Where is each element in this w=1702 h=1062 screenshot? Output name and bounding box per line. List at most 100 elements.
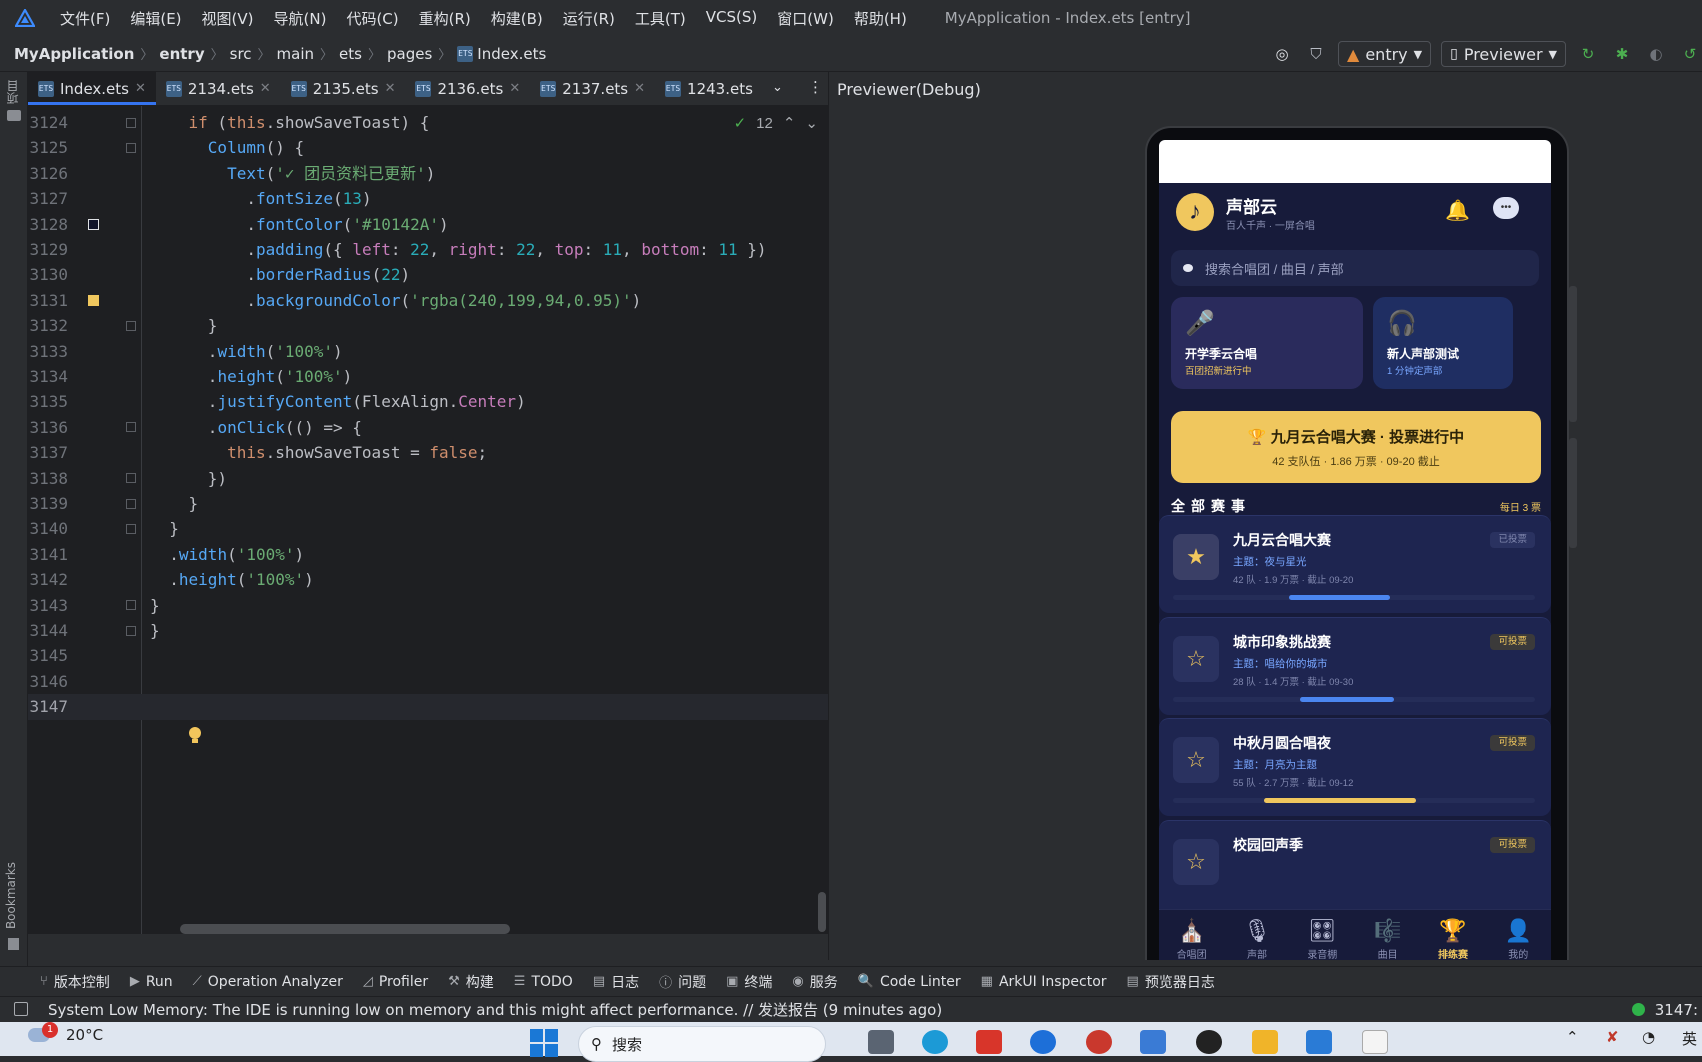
code-line[interactable]: 3145 [28,643,828,668]
close-icon[interactable]: ✕ [509,81,520,96]
edge-icon[interactable] [922,1030,948,1054]
inspection-widget[interactable]: ✓ 12 ⌃ ⌄ [734,114,818,133]
menu-item[interactable]: VCS(S) [696,8,767,29]
tool-window-profiler[interactable]: ◿ Profiler [363,974,428,990]
close-icon[interactable]: ✕ [260,81,271,96]
contest-card[interactable]: ★ 九月云合唱大赛 主题：夜与星光 42 队 · 1.9 万票 · 截止 09-20 已… [1159,515,1551,613]
tabs-overflow-chevron-icon[interactable]: ⌄ [772,80,783,95]
project-tool-button[interactable]: 项目 [4,80,21,104]
chevron-up-icon[interactable]: ⌃ [783,114,796,132]
target-icon[interactable]: ◎ [1270,42,1294,66]
code-line[interactable]: 3138 }) [28,466,828,491]
tool-window-hammer[interactable]: ⚒ 构建 [448,972,494,992]
close-icon[interactable]: ✕ [135,81,146,96]
code-line[interactable]: 3124 if (this.showSaveToast) { [28,110,828,135]
editor-tab[interactable]: ETS 2135.ets ✕ [281,72,406,105]
breadcrumb-item[interactable]: ets [339,45,362,63]
editor-tab[interactable]: ETS 2137.ets ✕ [530,72,655,105]
code-line[interactable]: 3132 } [28,313,828,338]
tab-合唱团[interactable]: ⛪ 合唱团 [1159,910,1224,960]
code-line[interactable]: 3136 .onClick(() => { [28,415,828,440]
tool-window-todo[interactable]: ☰ TODO [514,974,573,990]
tab-声部[interactable]: 🎙 声部 [1224,910,1289,960]
tool-window-analyzer[interactable]: ⟋ Operation Analyzer [193,974,343,990]
fold-icon[interactable] [126,422,136,433]
tool-window-linter[interactable]: 🔍 Code Linter [858,974,961,990]
breadcrumb-item[interactable]: main [277,45,314,63]
breadcrumb-item[interactable]: MyApplication [14,45,134,63]
code-line[interactable]: 3137 this.showSaveToast = false; [28,440,828,465]
vote-status-badge[interactable]: 可投票 [1490,633,1535,650]
color-swatch-icon[interactable] [88,295,99,307]
tray-network-icon[interactable]: ◔ [1642,1028,1655,1046]
breadcrumb-item[interactable]: entry [159,45,204,63]
vote-status-badge[interactable]: 已投票 [1490,532,1535,548]
code-line[interactable]: 3143} [28,593,828,618]
pdf-app-icon[interactable] [1086,1030,1112,1054]
bell-icon[interactable]: 🔔 [1445,198,1470,223]
contest-card[interactable]: ☆ 校园回声季 可投票 [1159,819,1551,918]
editor-tab[interactable]: ETS 1243.ets [655,72,763,105]
code-line[interactable]: 3127 .fontSize(13) [28,186,828,211]
fold-icon[interactable] [126,498,136,509]
task-view-icon[interactable] [868,1030,894,1054]
file-explorer-icon[interactable] [1252,1030,1278,1054]
fold-icon[interactable] [126,600,136,611]
code-line[interactable]: 3146 [28,669,828,694]
editor-tab[interactable]: ETS Index.ets ✕ [28,72,156,105]
bluetooth-app-icon[interactable] [1030,1030,1056,1054]
search-input[interactable]: 搜索合唱团 / 曲目 / 声部 [1171,250,1539,286]
reload-icon[interactable]: ↻ [1576,42,1600,66]
menu-item[interactable]: 文件(F) [50,8,120,29]
star-icon[interactable]: ☆ [1173,838,1219,885]
vertical-scrollbar[interactable] [818,892,826,932]
menu-item[interactable]: 代码(C) [336,8,408,29]
code-line[interactable]: 3141 .width('100%') [28,542,828,567]
horizontal-scrollbar[interactable] [180,924,510,934]
menu-item[interactable]: 窗口(W) [767,8,844,29]
qq-icon[interactable] [1196,1030,1222,1054]
code-line[interactable]: 3130 .borderRadius(22) [28,262,828,287]
vote-status-badge[interactable]: 可投票 [1490,735,1535,751]
code-line[interactable]: 3135 .justifyContent(FlexAlign.Center) [28,389,828,414]
tool-window-preview-log[interactable]: ▤ 预览器日志 [1127,972,1215,992]
fold-icon[interactable] [126,625,136,636]
layout-icon[interactable] [14,1002,28,1016]
menu-item[interactable]: 运行(R) [553,8,625,29]
breadcrumb-item[interactable]: pages [387,45,432,63]
code-line[interactable]: 3144} [28,618,828,643]
code-line[interactable]: 3140 } [28,516,828,541]
code-line[interactable]: 3147 [28,694,828,720]
document-icon[interactable] [1362,1030,1388,1054]
vscode-icon[interactable] [1306,1030,1332,1054]
quick-card[interactable]: 🎧 新人声部测试 1 分钟定声部 [1373,297,1513,389]
star-icon[interactable]: ☆ [1173,737,1219,783]
code-line[interactable]: 3134 .height('100%') [28,364,828,389]
tool-window-run[interactable]: ▶ Run [130,974,173,990]
tool-window-problems[interactable]: ⓘ 问题 [659,972,706,992]
code-line[interactable]: 3133 .width('100%') [28,339,828,364]
tab-排练赛[interactable]: 🏆 排练赛 [1420,910,1485,960]
tab-我的[interactable]: 👤 我的 [1486,910,1551,960]
deveco-taskbar-icon[interactable] [1140,1030,1166,1054]
vote-status-badge[interactable]: 可投票 [1490,836,1535,853]
fold-icon[interactable] [126,473,136,484]
code-line[interactable]: 3142 .height('100%') [28,567,828,592]
star-icon[interactable]: ☆ [1173,635,1219,682]
tool-window-branch[interactable]: ⑂ 版本控制 [40,972,110,992]
menu-item[interactable]: 导航(N) [264,8,337,29]
menu-item[interactable]: 构建(B) [481,8,553,29]
module-select[interactable]: ▲ entry ▼ [1338,41,1432,67]
close-icon[interactable]: ✕ [385,81,396,96]
code-editor[interactable]: 3124 if (this.showSaveToast) {3125 Colum… [28,106,828,934]
debug-icon[interactable]: ✱ [1610,42,1634,66]
fold-icon[interactable] [126,117,136,128]
menu-item[interactable]: 重构(R) [409,8,481,29]
windows-start-icon[interactable] [530,1029,558,1057]
more-options-icon[interactable]: ⋮ [808,78,823,96]
contest-card[interactable]: ☆ 城市印象挑战赛 主题：唱给你的城市 28 队 · 1.4 万票 · 截止 09-3… [1159,616,1551,715]
attach-debugger-icon[interactable]: ◐ [1644,42,1668,66]
contest-banner[interactable]: 🏆 九月云合唱大赛 · 投票进行中 42 支队伍 · 1.86 万票 · 09-… [1171,411,1541,483]
code-line[interactable]: 3128 .fontColor('#10142A') [28,212,828,237]
chat-icon[interactable]: ••• [1493,197,1519,219]
